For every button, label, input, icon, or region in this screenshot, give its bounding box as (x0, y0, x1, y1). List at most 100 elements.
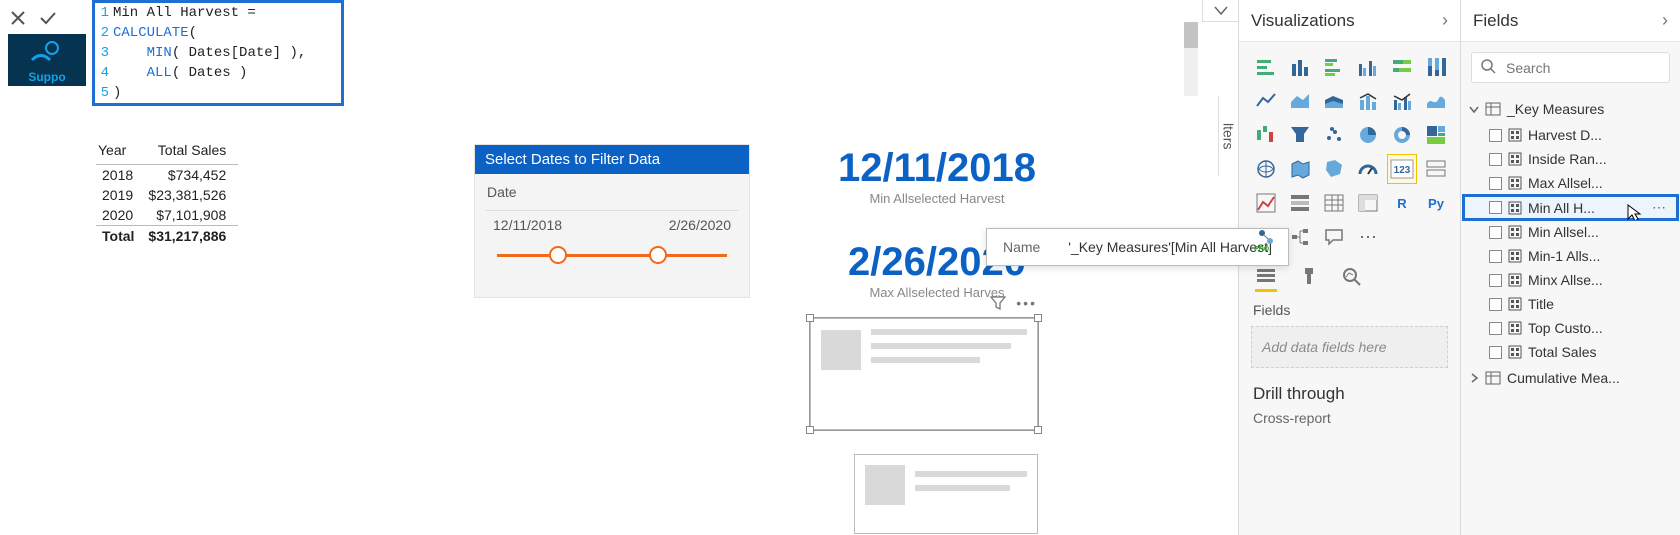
field-item[interactable]: Min All H...⋯ (1463, 195, 1678, 220)
visualizations-pane: Visualizations › 123 (1238, 0, 1460, 535)
viz-donut-icon[interactable] (1387, 120, 1417, 150)
field-item[interactable]: Min Allsel... (1463, 220, 1678, 244)
viz-stacked-bar-icon[interactable] (1251, 52, 1281, 82)
viz-waterfall-icon[interactable] (1251, 120, 1281, 150)
fields-table-header[interactable]: _Key Measures (1463, 95, 1678, 123)
table-total-row: Total$31,217,886 (96, 226, 238, 247)
viz-100-stacked-column-icon[interactable] (1421, 52, 1451, 82)
field-more-options[interactable]: ⋯ (1652, 199, 1672, 216)
report-canvas[interactable]: Suppo 1Min All Harvest = 2CALCULATE( 3 M… (0, 0, 1238, 535)
visualizations-title: Visualizations (1251, 11, 1355, 31)
field-item[interactable]: Minx Allse... (1463, 268, 1678, 292)
table-header-year[interactable]: Year (96, 140, 146, 165)
viz-line-clustered-column-icon[interactable] (1387, 86, 1417, 116)
measure-icon (1508, 176, 1522, 190)
viz-decomposition-icon[interactable] (1285, 222, 1315, 252)
viz-r-script-icon[interactable]: R (1387, 188, 1417, 218)
table-row[interactable]: 2020$7,101,908 (96, 205, 238, 226)
viz-area-icon[interactable] (1285, 86, 1315, 116)
field-checkbox[interactable] (1489, 274, 1502, 287)
field-item[interactable]: Total Sales (1463, 340, 1678, 364)
viz-line-icon[interactable] (1251, 86, 1281, 116)
viz-python-icon[interactable]: Py (1421, 188, 1451, 218)
card-min-harvest[interactable]: 12/11/2018 Min Allselected Harvest (812, 146, 1062, 206)
viz-scatter-icon[interactable] (1319, 120, 1349, 150)
viz-table-icon[interactable] (1319, 188, 1349, 218)
slider-handle-to[interactable] (649, 246, 667, 264)
analytics-tab-button[interactable] (1341, 266, 1363, 292)
field-well[interactable]: Add data fields here (1251, 326, 1448, 368)
placeholder-visual-selected[interactable]: ••• (810, 318, 1038, 430)
viz-kpi-icon[interactable] (1251, 188, 1281, 218)
formula-cancel-button[interactable] (6, 6, 30, 30)
viz-map-icon[interactable] (1251, 154, 1281, 184)
viz-treemap-icon[interactable] (1421, 120, 1451, 150)
field-checkbox[interactable] (1489, 298, 1502, 311)
slider-handle-from[interactable] (549, 246, 567, 264)
viz-gauge-icon[interactable] (1353, 154, 1383, 184)
fields-tab-button[interactable] (1255, 266, 1277, 292)
field-checkbox[interactable] (1489, 226, 1502, 239)
table-visual[interactable]: Year Total Sales 2018$734,452 2019$23,38… (96, 140, 238, 246)
filter-icon[interactable] (990, 295, 1006, 314)
viz-card-icon[interactable]: 123 (1387, 154, 1417, 184)
field-checkbox[interactable] (1489, 346, 1502, 359)
table-row[interactable]: 2018$734,452 (96, 165, 238, 186)
field-checkbox[interactable] (1489, 177, 1502, 190)
placeholder-visual[interactable] (854, 454, 1038, 534)
tooltip-value: '_Key Measures'[Min All Harvest] (1068, 239, 1272, 255)
viz-shape-map-icon[interactable] (1319, 154, 1349, 184)
fields-table-header[interactable]: Cumulative Mea... (1463, 364, 1678, 392)
field-checkbox[interactable] (1489, 129, 1502, 142)
table-row[interactable]: 2019$23,381,526 (96, 185, 238, 205)
field-checkbox[interactable] (1489, 322, 1502, 335)
viz-clustered-column-icon[interactable] (1353, 52, 1383, 82)
slicer-to-value[interactable]: 2/26/2020 (669, 217, 731, 233)
table-header-sales[interactable]: Total Sales (146, 140, 238, 165)
formula-scrollbar[interactable] (1184, 22, 1198, 96)
formula-commit-button[interactable] (36, 6, 60, 30)
viz-filled-map-icon[interactable] (1285, 154, 1315, 184)
collapse-visualizations-button[interactable]: › (1442, 10, 1448, 31)
field-item[interactable]: Inside Ran... (1463, 147, 1678, 171)
slicer-from-value[interactable]: 12/11/2018 (493, 217, 562, 233)
fields-pane: Fields › _Key MeasuresHarvest D...Inside… (1460, 0, 1680, 535)
viz-import-custom-icon[interactable]: ⋯ (1353, 222, 1383, 252)
viz-line-stacked-column-icon[interactable] (1353, 86, 1383, 116)
format-tab-button[interactable] (1299, 266, 1319, 292)
date-slicer[interactable]: Select Dates to Filter Data Date 12/11/2… (474, 144, 750, 298)
formula-expand-button[interactable] (1202, 0, 1238, 22)
field-item[interactable]: Min-1 Alls... (1463, 244, 1678, 268)
viz-stacked-column-icon[interactable] (1285, 52, 1315, 82)
viz-clustered-bar-icon[interactable] (1319, 52, 1349, 82)
viz-100-stacked-bar-icon[interactable] (1387, 52, 1417, 82)
viz-slicer-icon[interactable] (1285, 188, 1315, 218)
tooltip-label: Name (1003, 239, 1040, 255)
field-item[interactable]: Max Allsel... (1463, 171, 1678, 195)
viz-pie-icon[interactable] (1353, 120, 1383, 150)
field-item[interactable]: Title (1463, 292, 1678, 316)
field-checkbox[interactable] (1489, 250, 1502, 263)
viz-multi-row-card-icon[interactable] (1421, 154, 1451, 184)
field-checkbox[interactable] (1489, 201, 1502, 214)
field-item[interactable]: Top Custo... (1463, 316, 1678, 340)
viz-funnel-icon[interactable] (1285, 120, 1315, 150)
slicer-slider[interactable] (497, 243, 727, 267)
fields-search[interactable] (1471, 52, 1670, 83)
field-item[interactable]: Harvest D... (1463, 123, 1678, 147)
search-input[interactable] (1504, 59, 1680, 77)
measure-icon (1508, 225, 1522, 239)
viz-qna-icon[interactable] (1319, 222, 1349, 252)
filters-pane-tab[interactable]: lters (1218, 96, 1238, 176)
formula-bar[interactable]: 1Min All Harvest = 2CALCULATE( 3 MIN( Da… (92, 0, 344, 106)
measure-icon (1508, 321, 1522, 335)
table-icon (1485, 102, 1501, 116)
collapse-fields-button[interactable]: › (1662, 10, 1668, 31)
more-options-icon[interactable]: ••• (1016, 295, 1037, 314)
table-name-label: _Key Measures (1507, 101, 1604, 117)
viz-key-influencers-icon[interactable]: PRO (1251, 222, 1281, 252)
viz-stacked-area-icon[interactable] (1319, 86, 1349, 116)
viz-ribbon-icon[interactable] (1421, 86, 1451, 116)
viz-matrix-icon[interactable] (1353, 188, 1383, 218)
field-checkbox[interactable] (1489, 153, 1502, 166)
